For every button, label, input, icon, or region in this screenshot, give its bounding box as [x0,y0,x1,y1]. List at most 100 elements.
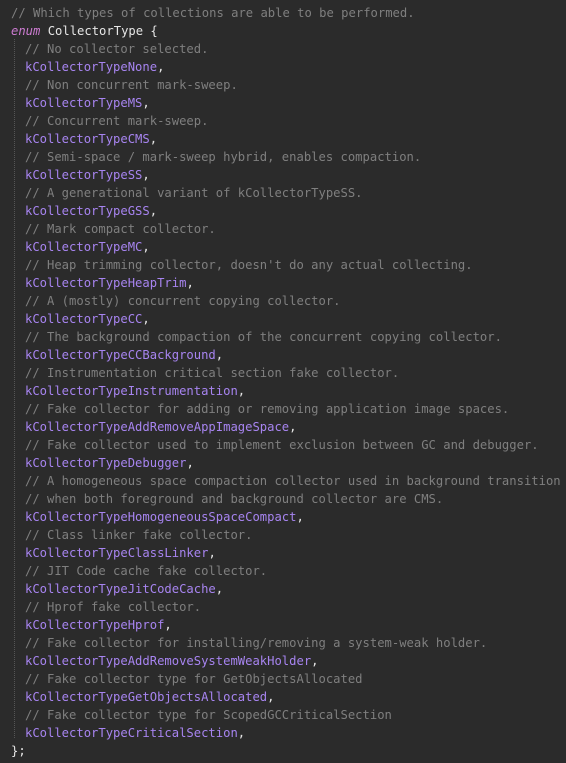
enum-value: kCollectorTypeMS [25,96,143,110]
enum-value: kCollectorTypeCC [25,312,143,326]
code-line: kCollectorTypeHprof, [0,616,566,634]
enum-value: kCollectorTypeCCBackground [25,348,216,362]
enum-entry-comment: // A homogeneous space compaction collec… [25,474,561,488]
enum-value: kCollectorTypeHprof [25,618,165,632]
comma: , [149,204,158,218]
enum-entry-comment: // A generational variant of kCollectorT… [25,186,363,200]
enum-value: kCollectorTypeSS [25,168,143,182]
code-line: kCollectorTypeNone, [0,58,566,76]
code-line: kCollectorTypeClassLinker, [0,544,566,562]
enum-entry-comment: // JIT Code cache fake collector. [25,564,268,578]
comma: , [215,582,224,596]
enum-entry-comment: // Heap trimming collector, doesn't do a… [25,258,473,272]
code-line: // Mark compact collector. [0,220,566,238]
code-line: kCollectorTypeAddRemoveAppImageSpace, [0,418,566,436]
code-line: kCollectorTypeDebugger, [0,454,566,472]
enum-entry-comment: // Hprof fake collector. [25,600,202,614]
code-line: kCollectorTypeCC, [0,310,566,328]
enum-entry-comment: // No collector selected. [25,42,209,56]
enum-entry-comment: // The background compaction of the conc… [25,330,502,344]
code-line: // Hprof fake collector. [0,598,566,616]
code-line: enum CollectorType { [0,22,566,40]
comma: , [157,60,165,74]
code-line: kCollectorTypeHomogeneousSpaceCompact, [0,508,566,526]
comma: , [164,618,172,632]
comma: , [289,420,297,434]
code-line: // No collector selected. [0,40,566,58]
enum-entry-comment: // Mark compact collector. [25,222,216,236]
comma: , [311,654,319,668]
code-line: // Concurrent mark-sweep. [0,112,566,130]
code-line: kCollectorTypeCCBackground, [0,346,566,364]
code-line: kCollectorTypeCMS, [0,130,566,148]
code-line: // Heap trimming collector, doesn't do a… [0,256,566,274]
code-line: // Which types of collections are able t… [0,4,566,22]
enum-entry-comment: // Fake collector type for ScopedGCCriti… [25,708,392,722]
code-line: // Class linker fake collector. [0,526,566,544]
comma: , [142,240,150,254]
code-line: kCollectorTypeAddRemoveSystemWeakHolder, [0,652,566,670]
enum-value: kCollectorTypeNone [25,60,158,74]
enum-value: kCollectorTypeAddRemoveAppImageSpace [25,420,290,434]
enum-entry-comment: // when both foreground and background c… [25,492,444,506]
comma: , [142,312,150,326]
enum-value: kCollectorTypeHeapTrim [25,276,187,290]
code-line: kCollectorTypeInstrumentation, [0,382,566,400]
code-line: kCollectorTypeGetObjectsAllocated, [0,688,566,706]
enum-value: kCollectorTypeDebugger [25,456,187,470]
code-line: // Fake collector for adding or removing… [0,400,566,418]
code-line: // A generational variant of kCollectorT… [0,184,566,202]
code-line: // A (mostly) concurrent copying collect… [0,292,566,310]
comma: , [186,456,194,470]
enum-value: kCollectorTypeCMS [25,132,150,146]
code-line: kCollectorTypeCriticalSection, [0,724,566,742]
code-line: kCollectorTypeMC, [0,238,566,256]
comma: , [186,276,194,290]
enum-value: kCollectorTypeCriticalSection [25,726,238,740]
code-line: // Semi-space / mark-sweep hybrid, enabl… [0,148,566,166]
enum-value: kCollectorTypeMC [25,240,143,254]
code-line: kCollectorTypeSS, [0,166,566,184]
comma: , [142,168,150,182]
comma: , [237,726,246,740]
enum-value: kCollectorTypeGSS [25,204,150,218]
enum-entry-comment: // Non concurrent mark-sweep. [25,78,238,92]
code-line: // JIT Code cache fake collector. [0,562,566,580]
enum-entry-comment: // Instrumentation critical section fake… [25,366,400,380]
enum-name: CollectorType { [40,24,158,38]
comma: , [149,132,158,146]
code-line: }; [0,742,566,760]
comma: , [237,384,246,398]
enum-entry-comment: // Class linker fake collector. [25,528,253,542]
enum-value: kCollectorTypeGetObjectsAllocated [25,690,268,704]
code-line: // Non concurrent mark-sweep. [0,76,566,94]
comma: , [296,510,304,524]
enum-entry-comment: // A (mostly) concurrent copying collect… [25,294,341,308]
code-line: // A homogeneous space compaction collec… [0,472,566,490]
comma: , [215,348,224,362]
comma: , [142,96,150,110]
header-comment: // Which types of collections are able t… [11,6,415,20]
code-line: // Fake collector used to implement excl… [0,436,566,454]
enum-entry-comment: // Fake collector for adding or removing… [25,402,510,416]
enum-value: kCollectorTypeClassLinker [25,546,209,560]
code-line: kCollectorTypeJitCodeCache, [0,580,566,598]
comma: , [208,546,216,560]
enum-entry-comment: // Fake collector used to implement excl… [25,438,539,452]
code-line: // Fake collector type for GetObjectsAll… [0,670,566,688]
enum-entry-comment: // Semi-space / mark-sweep hybrid, enabl… [25,150,422,164]
enum-entry-comment: // Fake collector for installing/removin… [25,636,488,650]
enum-value: kCollectorTypeHomogeneousSpaceCompact [25,510,297,524]
enum-value: kCollectorTypeAddRemoveSystemWeakHolder [25,654,312,668]
code-line: // Fake collector for installing/removin… [0,634,566,652]
enum-keyword: enum [11,24,41,38]
code-line: // The background compaction of the conc… [0,328,566,346]
code-line: kCollectorTypeHeapTrim, [0,274,566,292]
enum-value: kCollectorTypeInstrumentation [25,384,238,398]
code-line: kCollectorTypeGSS, [0,202,566,220]
enum-entry-comment: // Concurrent mark-sweep. [25,114,209,128]
code-line: // Instrumentation critical section fake… [0,364,566,382]
code-line: // Fake collector type for ScopedGCCriti… [0,706,566,724]
code-editor: // Which types of collections are able t… [0,0,566,760]
enum-entry-comment: // Fake collector type for GetObjectsAll… [25,672,363,686]
